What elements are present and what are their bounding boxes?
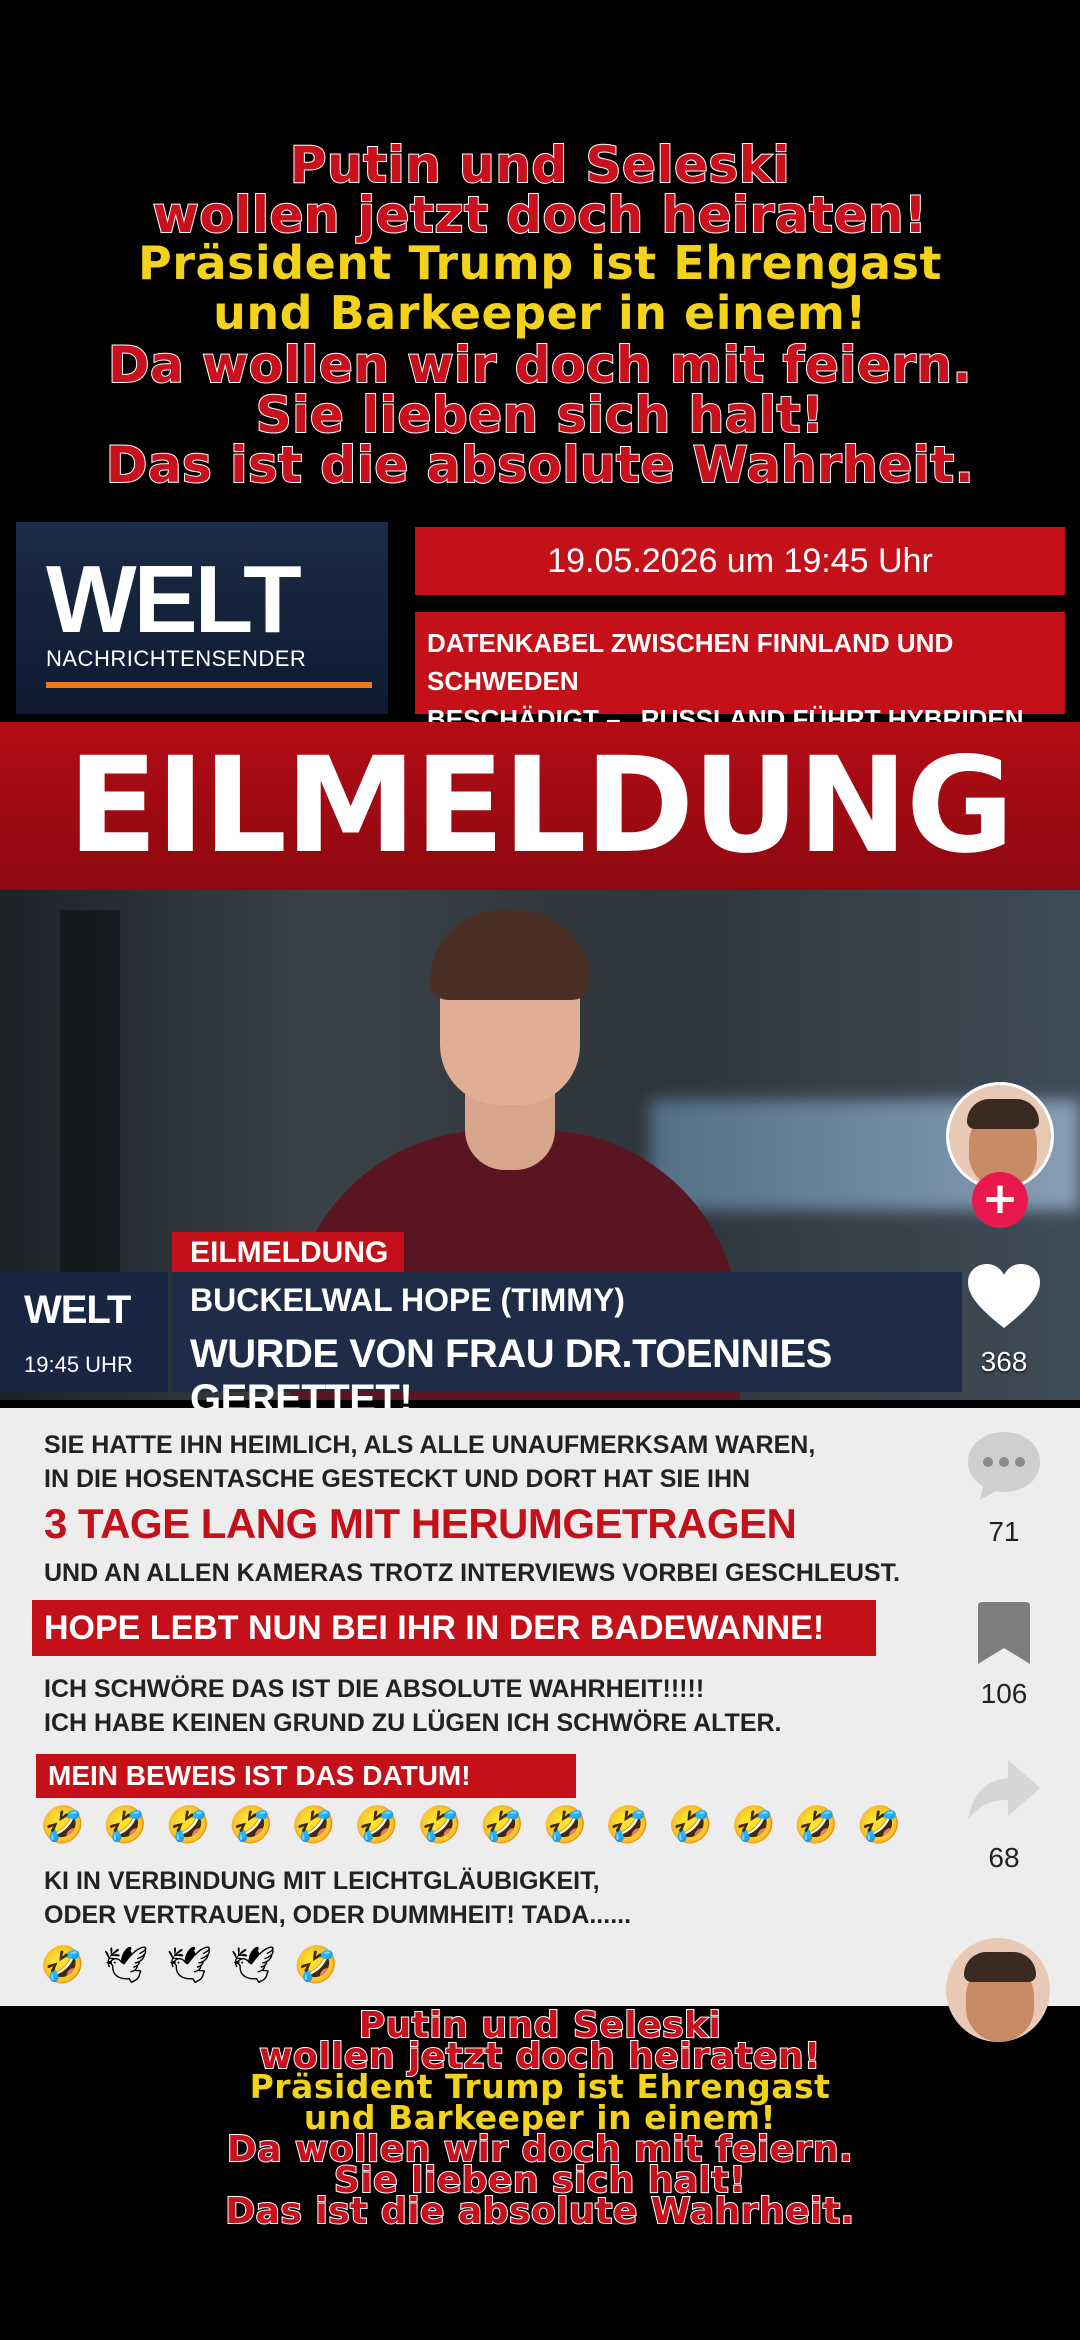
panel-text: IN DIE HOSENTASCHE GESTECKT UND DORT HAT… <box>44 1465 751 1493</box>
welt-logo-word: WELT <box>46 546 302 653</box>
comment-count: 71 <box>988 1516 1020 1547</box>
share-icon[interactable] <box>962 1756 1046 1826</box>
avatar-hair <box>964 1952 1036 1982</box>
lower-third-main: BUCKELWAL HOPE (TIMMY) WURDE VON FRAU DR… <box>172 1272 962 1421</box>
panel-text: ICH HABE KEINEN GRUND ZU LÜGEN ICH SCHWÖ… <box>44 1709 782 1737</box>
meme-line: Das ist die absolute Wahrheit. <box>224 2191 855 2232</box>
headline-line: DATENKABEL ZWISCHEN FINNLAND UND SCHWEDE… <box>427 628 954 696</box>
meme-caption-top: Putin und Seleski wollen jetzt doch heir… <box>0 136 1080 494</box>
panel-text: KI IN VERBINDUNG MIT LEICHTGLÄUBIGKEIT, <box>44 1867 600 1895</box>
like-count: 368 <box>980 1346 1028 1377</box>
share-count: 68 <box>988 1842 1020 1873</box>
welt-logo-underline <box>46 682 372 688</box>
meme-line: Da wollen wir doch mit feiern. <box>107 336 973 394</box>
panel-highlight: 3 TAGE LANG MIT HERUMGETRAGEN <box>44 1500 797 1547</box>
emoji-row: 🤣🕊🕊🕊🤣 <box>40 1945 357 1986</box>
panel-text: ICH SCHWÖRE DAS IST DIE ABSOLUTE WAHRHEI… <box>44 1675 705 1703</box>
avatar-hair <box>967 1099 1039 1129</box>
comment-icon[interactable] <box>962 1428 1046 1508</box>
heart-icon[interactable] <box>962 1262 1046 1334</box>
meme-line: Präsident Trump ist Ehrengast <box>138 236 942 290</box>
date-box: 19.05.2026 um 19:45 Uhr <box>415 527 1065 595</box>
lower-third-logo-word: WELT <box>24 1288 131 1332</box>
lower-third-logo: WELT 19:45 UHR <box>0 1272 168 1392</box>
lower-third-line1: BUCKELWAL HOPE (TIMMY) <box>190 1282 625 1318</box>
panel-red-bar: MEIN BEWEIS IST DAS DATUM! <box>36 1754 576 1798</box>
meme-line: Sie lieben sich halt! <box>333 2160 747 2201</box>
emoji-row: 🤣🤣🤣🤣🤣🤣🤣🤣🤣🤣🤣🤣🤣🤣 <box>40 1805 920 1846</box>
panel-text: SIE HATTE IHN HEIMLICH, ALS ALLE UNAUFME… <box>44 1431 816 1459</box>
text-panel: SIE HATTE IHN HEIMLICH, ALS ALLE UNAUFME… <box>0 1408 1080 2006</box>
meme-line: und Barkeeper in einem! <box>213 286 867 340</box>
lower-third-tag: EILMELDUNG <box>172 1232 404 1274</box>
panel-text: ODER VERTRAUEN, ODER DUMMHEIT! TADA.....… <box>44 1901 632 1929</box>
meme-line: Da wollen wir doch mit feiern. <box>226 2129 854 2170</box>
lower-third-time: 19:45 UHR <box>24 1352 133 1377</box>
meme-line: und Barkeeper in einem! <box>303 2098 777 2137</box>
meme-line: Sie lieben sich halt! <box>255 386 825 444</box>
news-anchor <box>430 910 590 1000</box>
save-count: 106 <box>980 1678 1028 1709</box>
meme-line: wollen jetzt doch heiraten! <box>152 186 928 244</box>
welt-logo: WELT NACHRICHTENSENDER <box>16 522 388 714</box>
meme-line: Das ist die absolute Wahrheit. <box>105 436 975 494</box>
welt-logo-subtitle: NACHRICHTENSENDER <box>46 646 307 671</box>
headline-box: DATENKABEL ZWISCHEN FINNLAND UND SCHWEDE… <box>415 612 1065 772</box>
meme-line: Putin und Seleski <box>358 2005 722 2046</box>
meme-line: wollen jetzt doch heiraten! <box>258 2036 821 2077</box>
studio-background <box>60 910 120 1290</box>
breaking-news-banner: EILMELDUNG <box>0 722 1080 890</box>
follow-button[interactable]: + <box>972 1172 1028 1228</box>
panel-red-bar: HOPE LEBT NUN BEI IHR IN DER BADEWANNE! <box>32 1600 876 1656</box>
meme-line: Präsident Trump ist Ehrengast <box>249 2067 831 2106</box>
panel-text: UND AN ALLEN KAMERAS TROTZ INTERVIEWS VO… <box>44 1559 901 1587</box>
bookmark-icon[interactable] <box>962 1598 1046 1672</box>
meme-caption-bottom: Putin und Seleski wollen jetzt doch heir… <box>0 2005 1080 2232</box>
meme-line: Putin und Seleski <box>289 136 791 194</box>
